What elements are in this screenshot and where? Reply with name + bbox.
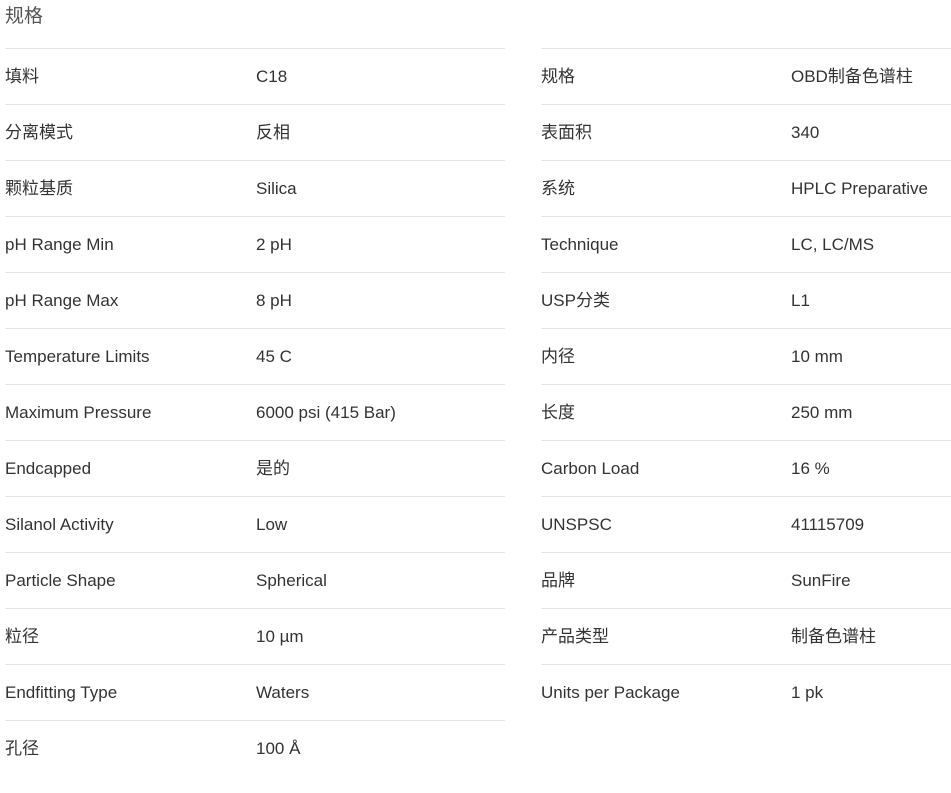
spec-value: HPLC Preparative <box>791 160 951 217</box>
spec-value: L1 <box>791 272 951 329</box>
spec-table-left: 填料 C18 分离模式 反相 颗粒基质 Silica pH Range Min … <box>5 48 505 776</box>
spec-value: 41115709 <box>791 496 951 553</box>
spec-row: 长度 250 mm <box>541 384 951 441</box>
spec-row: pH Range Max 8 pH <box>5 272 505 329</box>
spec-row: 品牌 SunFire <box>541 552 951 609</box>
spec-row: 孔径 100 Å <box>5 720 505 776</box>
spec-label: Maximum Pressure <box>5 384 256 441</box>
spec-row: Technique LC, LC/MS <box>541 216 951 273</box>
spec-label: USP分类 <box>541 272 791 329</box>
spec-value: LC, LC/MS <box>791 216 951 273</box>
spec-label: Carbon Load <box>541 440 791 497</box>
spec-value: 8 pH <box>256 272 505 329</box>
spec-value: Silica <box>256 160 505 217</box>
spec-label: 分离模式 <box>5 104 256 161</box>
spec-label: 颗粒基质 <box>5 160 256 217</box>
spec-value: Low <box>256 496 505 553</box>
spec-value: 2 pH <box>256 216 505 273</box>
spec-label: Temperature Limits <box>5 328 256 385</box>
spec-row: 填料 C18 <box>5 48 505 105</box>
spec-value: 反相 <box>256 104 505 161</box>
spec-label: pH Range Min <box>5 216 256 273</box>
spec-label: Silanol Activity <box>5 496 256 553</box>
spec-row: Endcapped 是的 <box>5 440 505 497</box>
spec-row: 粒径 10 µm <box>5 608 505 665</box>
spec-value: C18 <box>256 48 505 105</box>
spec-row: 颗粒基质 Silica <box>5 160 505 217</box>
spec-label: 产品类型 <box>541 608 791 665</box>
spec-label: 系统 <box>541 160 791 217</box>
spec-value: SunFire <box>791 552 951 609</box>
spec-row: Maximum Pressure 6000 psi (415 Bar) <box>5 384 505 441</box>
spec-label: Particle Shape <box>5 552 256 609</box>
spec-value: Waters <box>256 664 505 721</box>
spec-label: 长度 <box>541 384 791 441</box>
spec-value: 制备色谱柱 <box>791 608 951 665</box>
spec-value: Spherical <box>256 552 505 609</box>
spec-value: 45 C <box>256 328 505 385</box>
spec-label: 品牌 <box>541 552 791 609</box>
spec-row: USP分类 L1 <box>541 272 951 329</box>
spec-row: Temperature Limits 45 C <box>5 328 505 385</box>
spec-row: Endfitting Type Waters <box>5 664 505 721</box>
spec-value: 250 mm <box>791 384 951 441</box>
spec-value: 340 <box>791 104 951 161</box>
spec-row: 系统 HPLC Preparative <box>541 160 951 217</box>
spec-label: Technique <box>541 216 791 273</box>
spec-row: pH Range Min 2 pH <box>5 216 505 273</box>
spec-row: 分离模式 反相 <box>5 104 505 161</box>
spec-label: pH Range Max <box>5 272 256 329</box>
spec-value: 16 % <box>791 440 951 497</box>
spec-value: 1 pk <box>791 664 951 720</box>
spec-value: 100 Å <box>256 720 505 776</box>
spec-row: 规格 OBD制备色谱柱 <box>541 48 951 105</box>
spec-label: 粒径 <box>5 608 256 665</box>
spec-label: 填料 <box>5 48 256 105</box>
spec-label: 内径 <box>541 328 791 385</box>
spec-row: Units per Package 1 pk <box>541 664 951 720</box>
spec-row: UNSPSC 41115709 <box>541 496 951 553</box>
spec-value: 10 mm <box>791 328 951 385</box>
spec-label: Endcapped <box>5 440 256 497</box>
spec-value: 6000 psi (415 Bar) <box>256 384 505 441</box>
spec-row: Carbon Load 16 % <box>541 440 951 497</box>
spec-label: 孔径 <box>5 720 256 776</box>
spec-table-right: 规格 OBD制备色谱柱 表面积 340 系统 HPLC Preparative … <box>541 48 951 720</box>
spec-row: 表面积 340 <box>541 104 951 161</box>
spec-row: Particle Shape Spherical <box>5 552 505 609</box>
spec-value: 10 µm <box>256 608 505 665</box>
spec-label: Endfitting Type <box>5 664 256 721</box>
spec-label: 规格 <box>541 48 791 105</box>
spec-label: UNSPSC <box>541 496 791 553</box>
spec-row: 产品类型 制备色谱柱 <box>541 608 951 665</box>
spec-row: 内径 10 mm <box>541 328 951 385</box>
spec-value: 是的 <box>256 440 505 497</box>
spec-value: OBD制备色谱柱 <box>791 48 951 105</box>
spec-label: 表面积 <box>541 104 791 161</box>
spec-label: Units per Package <box>541 664 791 720</box>
spec-row: Silanol Activity Low <box>5 496 505 553</box>
specifications-title: 规格 <box>5 6 44 27</box>
